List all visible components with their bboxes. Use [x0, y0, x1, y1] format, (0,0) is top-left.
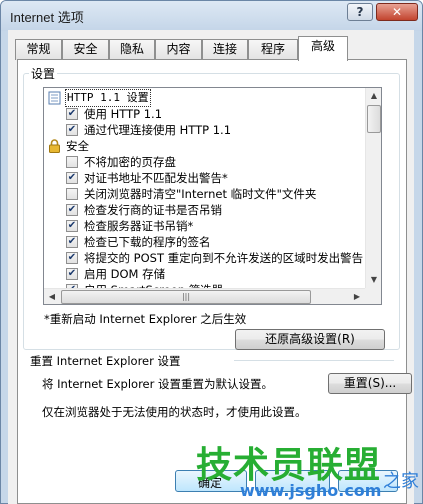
scroll-down-icon[interactable]: ▼: [366, 272, 381, 288]
list-item-label: 不将加密的页存盘: [84, 155, 176, 169]
settings-group-label: 设置: [29, 65, 58, 82]
vertical-scroll-thumb[interactable]: [367, 105, 381, 133]
restart-note: *重新启动 Internet Explorer 之后生效: [44, 312, 247, 326]
list-item-label: 使用 HTTP 1.1: [84, 107, 163, 121]
list-item-label: 启用 DOM 存储: [84, 267, 166, 281]
tab-content[interactable]: 内容: [155, 39, 202, 60]
list-item-label: 将提交的 POST 重定向到不允许发送的区域时发出警告: [84, 251, 364, 265]
checkbox-checked-icon[interactable]: ✔: [66, 124, 78, 136]
lock-icon: [48, 139, 61, 153]
horizontal-scroll-thumb[interactable]: |||: [61, 290, 311, 304]
tab-connections[interactable]: 连接: [202, 39, 248, 60]
watermark-tail: 之家: [383, 471, 419, 492]
window-title: Internet 选项: [10, 10, 84, 25]
scroll-up-icon[interactable]: ▲: [366, 88, 381, 104]
reset-note: 仅在浏览器处于无法使用的状态时，才使用此设置。: [42, 405, 307, 419]
checkbox-checked-icon[interactable]: ✔: [66, 252, 78, 264]
checkbox-checked-icon[interactable]: ✔: [66, 108, 78, 120]
restore-advanced-button[interactable]: 还原高级设置(R): [235, 329, 385, 350]
horizontal-scrollbar[interactable]: ◀ ||| ▶: [44, 288, 365, 304]
help-button[interactable]: ?: [347, 3, 373, 21]
list-item-label: 检查发行商的证书是否吊销: [84, 203, 222, 217]
list-item-label: 关闭浏览器时清空"Internet 临时文件"文件夹: [84, 187, 317, 201]
reset-description: 将 Internet Explorer 设置重置为默认设置。: [42, 377, 274, 391]
list-item-label: 检查已下载的程序的签名: [84, 235, 211, 249]
tab-security[interactable]: 安全: [62, 39, 109, 60]
tab-general[interactable]: 常规: [15, 39, 62, 60]
checkbox-checked-icon[interactable]: ✔: [66, 220, 78, 232]
checkbox-checked-icon[interactable]: ✔: [66, 204, 78, 216]
reset-button[interactable]: 重置(S)...: [328, 373, 412, 394]
list-item-label: 对证书地址不匹配发出警告*: [84, 171, 228, 185]
tab-advanced[interactable]: 高级: [298, 36, 348, 61]
tab-programs[interactable]: 程序: [248, 39, 298, 60]
vertical-scrollbar[interactable]: ▲ ▼: [365, 88, 381, 288]
scroll-right-icon[interactable]: ▶: [349, 289, 365, 304]
checkbox-checked-icon[interactable]: ✔: [66, 268, 78, 280]
checkbox-checked-icon[interactable]: ✔: [66, 236, 78, 248]
checkbox-unchecked-icon[interactable]: [66, 188, 78, 200]
checkbox-checked-icon[interactable]: ✔: [66, 172, 78, 184]
settings-page-icon: [48, 91, 61, 105]
list-item-label: HTTP 1.1 设置: [65, 89, 151, 107]
title-bar[interactable]: Internet 选项 ? ✕: [1, 1, 422, 31]
close-button[interactable]: ✕: [376, 3, 418, 21]
settings-tree-list[interactable]: HTTP 1.1 设置 ✔ 使用 HTTP 1.1 ✔ 通过代理连接使用 HTT…: [43, 87, 382, 305]
scrollbar-corner: [365, 288, 381, 304]
list-item-label: 检查服务器证书吊销*: [84, 219, 194, 233]
reset-heading: 重置 Internet Explorer 设置: [30, 354, 181, 368]
list-item-label: 通过代理连接使用 HTTP 1.1: [84, 123, 232, 137]
scroll-left-icon[interactable]: ◀: [44, 289, 60, 304]
checkbox-unchecked-icon[interactable]: [66, 156, 78, 168]
tab-privacy[interactable]: 隐私: [109, 39, 155, 60]
watermark-url: www.jsgho.com: [240, 481, 382, 500]
list-item-http-header[interactable]: HTTP 1.1 设置: [46, 89, 366, 107]
section-divider: [234, 360, 394, 361]
list-item-label: 安全: [66, 139, 89, 153]
